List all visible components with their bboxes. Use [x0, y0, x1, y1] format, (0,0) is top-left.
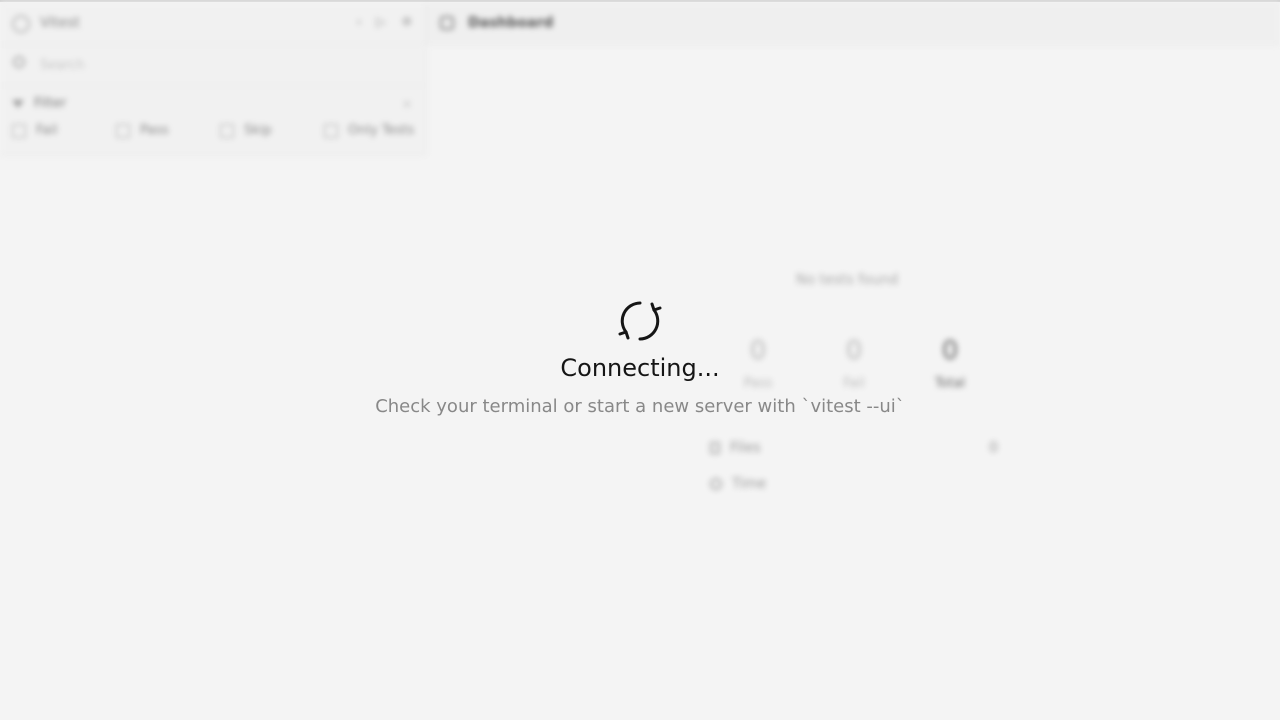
connection-overlay: Connecting... Check your terminal or sta…: [0, 0, 1280, 720]
sync-icon: [618, 301, 662, 341]
connecting-title: Connecting...: [560, 354, 720, 382]
connecting-message: Check your terminal or start a new serve…: [375, 396, 905, 417]
